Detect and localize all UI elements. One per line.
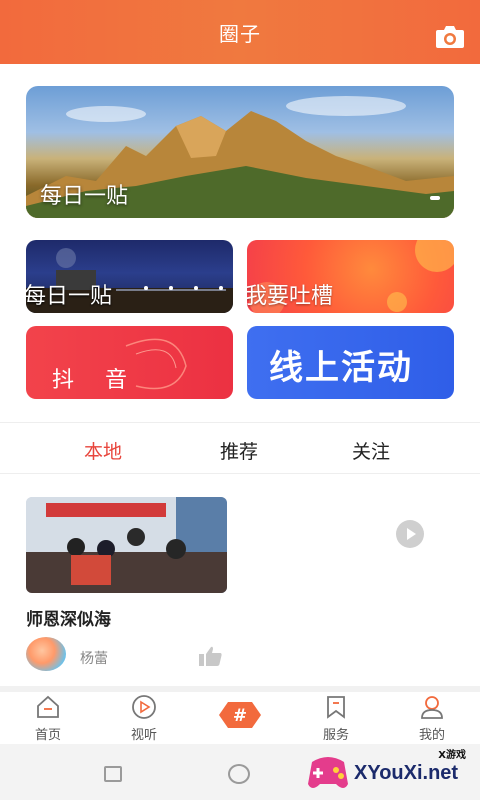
camera-icon[interactable] — [434, 24, 466, 50]
author-name[interactable]: 杨蕾 — [80, 648, 108, 668]
page-title: 圈子 — [219, 21, 261, 46]
play-icon[interactable] — [396, 520, 424, 548]
nav-label: 视听 — [130, 728, 157, 743]
banner-carousel[interactable]: 每日一贴 — [26, 86, 454, 218]
play-icon — [132, 695, 156, 719]
profile-icon — [421, 696, 443, 719]
banner-label: 每日一贴 — [40, 184, 129, 209]
hashtag-icon: # — [219, 702, 261, 728]
nav-home[interactable]: 首页 — [18, 692, 78, 744]
post-thumbnail[interactable] — [26, 497, 227, 593]
thumbs-up-icon[interactable] — [198, 645, 224, 667]
header-bar: 圈子 — [0, 0, 480, 64]
nav-circle-hashtag[interactable]: # — [218, 700, 262, 730]
tab-local[interactable]: 本地 — [84, 437, 122, 464]
post-title[interactable]: 师恩深似海 — [26, 605, 111, 630]
tile-label: 我要吐槽 — [247, 284, 334, 309]
watermark-text: XYouXi.net — [354, 762, 459, 784]
gamepad-logo-icon — [308, 757, 348, 788]
bottom-nav: 首页 视听 # 服务 我的 — [0, 692, 480, 744]
recent-apps-icon[interactable] — [104, 766, 122, 782]
nav-label: 首页 — [34, 728, 61, 743]
nav-service[interactable]: 服务 — [306, 692, 366, 744]
tile-label: 线上活动 — [269, 348, 413, 388]
watermark: X游戏 XYouXi.net — [300, 740, 480, 800]
tile-label: 每日一贴 — [26, 284, 113, 309]
tile-complain[interactable]: 我要吐槽 — [247, 240, 454, 313]
tile-online-activity[interactable]: 线上活动 — [247, 326, 454, 399]
hashtag-label: # — [233, 706, 247, 726]
tab-follow[interactable]: 关注 — [352, 437, 390, 464]
bookmark-icon — [327, 696, 345, 719]
nav-mine[interactable]: 我的 — [402, 692, 462, 744]
tab-recommend[interactable]: 推荐 — [220, 437, 258, 464]
tile-daily-post[interactable]: 每日一贴 — [26, 240, 233, 313]
home-icon — [37, 695, 59, 718]
tile-label: 抖 音 — [52, 368, 139, 393]
avatar[interactable] — [26, 637, 66, 671]
tile-douyin[interactable]: 抖 音 — [26, 326, 233, 399]
feed-tabs: 本地 推荐 关注 — [0, 422, 480, 474]
nav-av[interactable]: 视听 — [114, 692, 174, 744]
watermark-small-text: X游戏 — [438, 750, 466, 761]
carousel-indicator — [430, 196, 440, 200]
home-button-icon[interactable] — [228, 764, 250, 784]
